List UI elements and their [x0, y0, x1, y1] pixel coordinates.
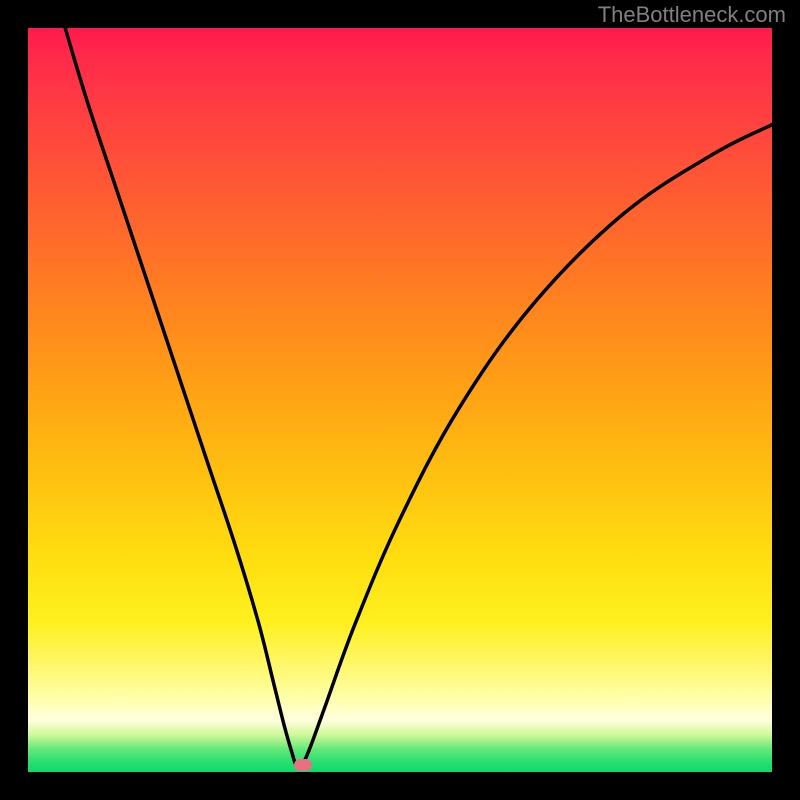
attribution-text: TheBottleneck.com	[598, 2, 786, 28]
bottleneck-curve	[65, 28, 772, 766]
plot-area	[28, 28, 772, 772]
optimal-point-marker	[294, 759, 312, 771]
curve-svg	[28, 28, 772, 772]
